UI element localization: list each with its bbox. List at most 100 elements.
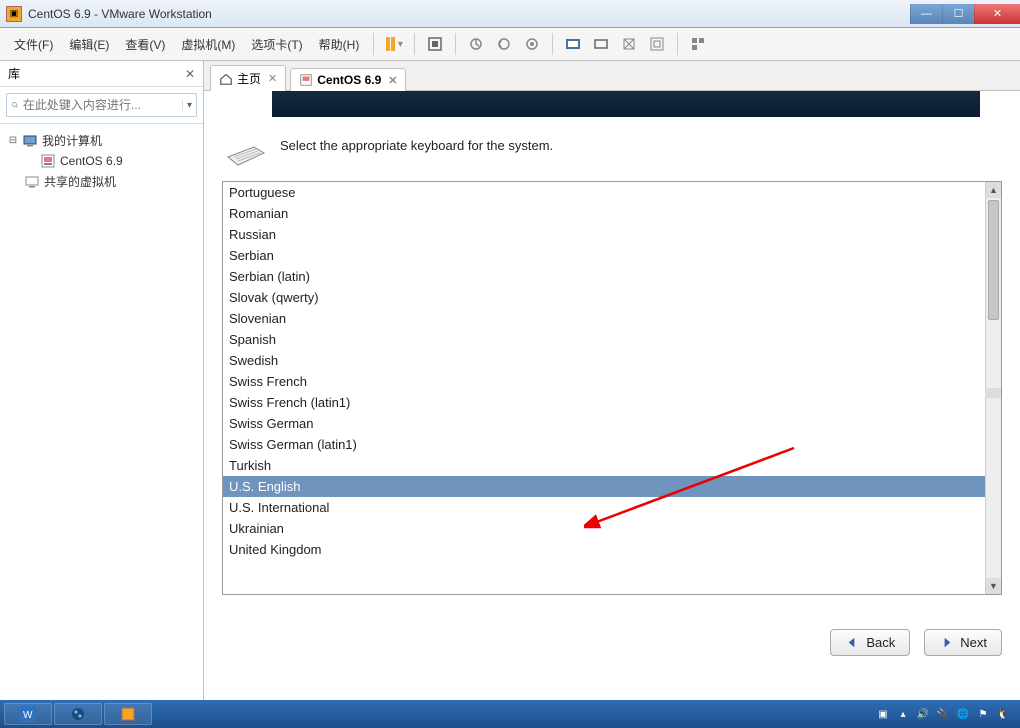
sidebar-title: 库 — [8, 65, 20, 82]
taskbar-item-vmware[interactable] — [104, 703, 152, 725]
minimize-button[interactable]: — — [910, 4, 942, 24]
keyboard-option[interactable]: Romanian — [223, 203, 985, 224]
tray-penguin-icon[interactable]: 🐧 — [996, 707, 1010, 721]
menu-edit[interactable]: 编辑(E) — [63, 32, 115, 57]
search-icon — [11, 98, 19, 112]
vm-icon — [40, 153, 56, 169]
taskbar-item-media[interactable] — [54, 703, 102, 725]
vm-installer-view: Select the appropriate keyboard for the … — [204, 91, 1020, 700]
menu-help[interactable]: 帮助(H) — [313, 32, 366, 57]
home-icon — [219, 72, 233, 86]
keyboard-option[interactable]: United Kingdom — [223, 539, 985, 560]
keyboard-option[interactable]: Serbian — [223, 245, 985, 266]
separator — [414, 33, 415, 55]
tab-vm[interactable]: CentOS 6.9 ✕ — [290, 68, 406, 91]
main-area: 库 ✕ ▾ ⊟ 我的计算机 CentOS 6.9 共享的虚拟机 — [0, 61, 1020, 700]
tab-close-icon[interactable]: ✕ — [268, 72, 277, 85]
tray-network-icon[interactable]: 🌐 — [956, 707, 970, 721]
snapshot-icon[interactable] — [464, 32, 488, 56]
fullscreen-icon[interactable] — [561, 32, 585, 56]
keyboard-option[interactable]: Ukrainian — [223, 518, 985, 539]
tray-power-icon[interactable]: 🔌 — [936, 707, 950, 721]
separator — [455, 33, 456, 55]
keyboard-prompt: Select the appropriate keyboard for the … — [204, 129, 1020, 181]
keyboard-icon — [224, 137, 266, 167]
tree-root-label: 我的计算机 — [42, 132, 102, 149]
tree-root-mycomputer[interactable]: ⊟ 我的计算机 — [4, 130, 199, 151]
keyboard-option[interactable]: Turkish — [223, 455, 985, 476]
keyboard-listbox[interactable]: PortugueseRomanianRussianSerbianSerbian … — [222, 181, 1002, 595]
keyboard-option[interactable]: Slovak (qwerty) — [223, 287, 985, 308]
separator — [552, 33, 553, 55]
snapshot-manage-icon[interactable] — [520, 32, 544, 56]
keyboard-option[interactable]: Swiss German — [223, 413, 985, 434]
back-label: Back — [866, 635, 895, 650]
fit-icon[interactable] — [645, 32, 669, 56]
keyboard-option[interactable]: Russian — [223, 224, 985, 245]
menu-view[interactable]: 查看(V) — [119, 32, 171, 57]
vm-tab-icon — [299, 73, 313, 87]
arrow-left-icon — [845, 635, 860, 650]
stretch-icon[interactable] — [617, 32, 641, 56]
separator — [677, 33, 678, 55]
menu-tabs[interactable]: 选项卡(T) — [245, 32, 308, 57]
keyboard-option[interactable]: Swiss French (latin1) — [223, 392, 985, 413]
sidebar-search[interactable]: ▾ — [6, 93, 197, 117]
keyboard-option[interactable]: Spanish — [223, 329, 985, 350]
menubar: 文件(F) 编辑(E) 查看(V) 虚拟机(M) 选项卡(T) 帮助(H) ▾ — [0, 28, 1020, 61]
tray-expand-icon[interactable]: ▴ — [896, 707, 910, 721]
back-button[interactable]: Back — [830, 629, 910, 656]
listbox-scrollbar[interactable]: ▲ ▼ — [985, 182, 1001, 594]
sidebar-search-row: ▾ — [0, 87, 203, 124]
menu-vm[interactable]: 虚拟机(M) — [175, 32, 241, 57]
shared-icon — [24, 174, 40, 190]
taskbar: W ▣ ▴ 🔊 🔌 🌐 ⚑ 🐧 — [0, 700, 1020, 728]
unity-icon[interactable] — [589, 32, 613, 56]
content-area: 主页 ✕ CentOS 6.9 ✕ Select the appropriate… — [204, 61, 1020, 700]
keyboard-option[interactable]: Slovenian — [223, 308, 985, 329]
tray-icon[interactable]: ▣ — [876, 707, 890, 721]
tree-vm-centos[interactable]: CentOS 6.9 — [4, 151, 199, 171]
scroll-up-icon[interactable]: ▲ — [986, 182, 1001, 198]
sidebar-close-icon[interactable]: ✕ — [185, 67, 195, 81]
computer-icon — [22, 133, 38, 149]
keyboard-options[interactable]: PortugueseRomanianRussianSerbianSerbian … — [223, 182, 985, 594]
arrow-right-icon — [939, 635, 954, 650]
keyboard-option[interactable]: U.S. English — [223, 476, 985, 497]
keyboard-option[interactable]: Portuguese — [223, 182, 985, 203]
keyboard-option[interactable]: Serbian (latin) — [223, 266, 985, 287]
tab-home[interactable]: 主页 ✕ — [210, 65, 286, 91]
tree-vm-label: CentOS 6.9 — [60, 154, 123, 168]
tree-shared-vms[interactable]: 共享的虚拟机 — [4, 171, 199, 192]
tabbar: 主页 ✕ CentOS 6.9 ✕ — [204, 61, 1020, 91]
titlebar: ▣ CentOS 6.9 - VMware Workstation — ☐ ✕ — [0, 0, 1020, 28]
scroll-down-icon[interactable]: ▼ — [986, 578, 1001, 594]
tray-volume-icon[interactable]: 🔊 — [916, 707, 930, 721]
app-icon: ▣ — [6, 6, 22, 22]
scroll-thumb[interactable] — [988, 200, 999, 320]
search-dropdown-icon[interactable]: ▾ — [182, 100, 192, 111]
keyboard-prompt-text: Select the appropriate keyboard for the … — [280, 137, 553, 155]
thumbnail-icon[interactable] — [686, 32, 710, 56]
installer-header-bar — [272, 91, 980, 117]
tray-flag-icon[interactable]: ⚑ — [976, 707, 990, 721]
keyboard-option[interactable]: Swiss French — [223, 371, 985, 392]
send-ctrl-alt-del-icon[interactable] — [423, 32, 447, 56]
tree-collapse-icon[interactable]: ⊟ — [8, 135, 18, 146]
search-input[interactable] — [19, 98, 182, 112]
keyboard-option[interactable]: U.S. International — [223, 497, 985, 518]
sidebar: 库 ✕ ▾ ⊟ 我的计算机 CentOS 6.9 共享的虚拟机 — [0, 61, 204, 700]
maximize-button[interactable]: ☐ — [942, 4, 974, 24]
taskbar-item-wps[interactable]: W — [4, 703, 52, 725]
window-title: CentOS 6.9 - VMware Workstation — [28, 7, 910, 21]
window-buttons: — ☐ ✕ — [910, 4, 1020, 24]
pause-button[interactable]: ▾ — [382, 32, 406, 56]
next-button[interactable]: Next — [924, 629, 1002, 656]
svg-text:W: W — [23, 710, 33, 721]
keyboard-option[interactable]: Swiss German (latin1) — [223, 434, 985, 455]
menu-file[interactable]: 文件(F) — [8, 32, 59, 57]
close-button[interactable]: ✕ — [974, 4, 1020, 24]
tab-close-icon[interactable]: ✕ — [388, 74, 397, 87]
keyboard-option[interactable]: Swedish — [223, 350, 985, 371]
snapshot-revert-icon[interactable] — [492, 32, 516, 56]
